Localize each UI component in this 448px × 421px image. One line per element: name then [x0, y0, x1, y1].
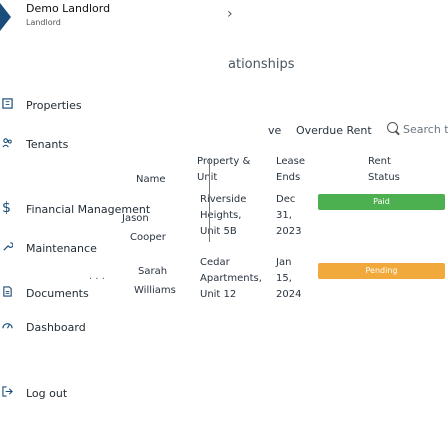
sidebar-item-properties[interactable]: Properties: [0, 96, 180, 116]
column-header-lease[interactable]: Lease: [276, 154, 305, 170]
table-row-property: Unit 12: [200, 289, 237, 300]
sidebar-item-label: Log out: [26, 387, 68, 400]
logout-icon: [2, 386, 13, 397]
sidebar-item-label: Tenants: [26, 138, 69, 151]
table-row-lease-ends: 15,: [276, 273, 292, 284]
table-row-lease-ends: Jan: [276, 257, 292, 268]
sidebar-item-maintenance[interactable]: Maintenance: [0, 239, 180, 259]
search-icon: [387, 122, 398, 133]
sidebar-item-label: Dashboard: [26, 321, 86, 334]
user-name: Demo Landlord: [26, 2, 111, 15]
column-header-status[interactable]: Status: [368, 170, 400, 186]
sidebar-item-financial-management[interactable]: $ Financial Management: [0, 200, 180, 220]
dashboard-icon: [2, 323, 13, 329]
column-header-rent[interactable]: Rent: [368, 154, 391, 170]
column-header-lease-ends[interactable]: Ends: [276, 170, 300, 186]
sidebar-item-label: Documents: [26, 287, 89, 300]
column-header-property[interactable]: Property &: [197, 154, 250, 170]
column-header-property-unit[interactable]: Unit: [197, 170, 217, 186]
status-badge: Paid: [318, 194, 445, 210]
table-row-property: Cedar: [200, 257, 230, 268]
table-row-lease-ends: 31,: [276, 210, 292, 221]
table-row-lease-ends: 2023: [276, 226, 302, 237]
column-divider: [209, 158, 210, 242]
sidebar-item-label: Financial Management: [26, 203, 151, 216]
status-badge: Pending: [318, 263, 445, 279]
people-icon: [2, 138, 12, 148]
sidebar-item-label: Properties: [26, 99, 82, 112]
table-row-property: Heights,: [200, 210, 242, 221]
sidebar-item-log-out[interactable]: Log out: [0, 384, 100, 404]
tab-overdue-rent[interactable]: Overdue Rent: [296, 124, 372, 137]
table-row-lease-ends: 2024: [276, 289, 302, 300]
drawer-collapse-chevron[interactable]: ›: [227, 6, 233, 22]
search-input[interactable]: Search t: [403, 123, 448, 136]
page-title: ationships: [228, 57, 295, 72]
dollar-icon: $: [2, 200, 11, 216]
document-icon: [3, 286, 12, 297]
avatar[interactable]: [0, 3, 11, 31]
sidebar-item-tenants[interactable]: Tenants: [0, 135, 180, 155]
table-row-property: Unit 5B: [200, 226, 237, 237]
side-menu: Demo Landlord Landlord Properties Tenant…: [0, 0, 182, 421]
table-row-lease-ends: Dec: [276, 194, 296, 205]
table-row-property: Apartments,: [200, 273, 262, 284]
sidebar-item-dashboard[interactable]: Dashboard: [0, 318, 100, 338]
wrench-icon: [3, 242, 13, 251]
sidebar-item-documents[interactable]: Documents: [0, 284, 180, 304]
tab-active[interactable]: ve: [268, 124, 281, 137]
building-icon: [2, 98, 13, 109]
table-row-property: Riverside: [200, 194, 247, 205]
user-role: Landlord: [26, 18, 61, 27]
sidebar-item-label: Maintenance: [26, 242, 97, 255]
